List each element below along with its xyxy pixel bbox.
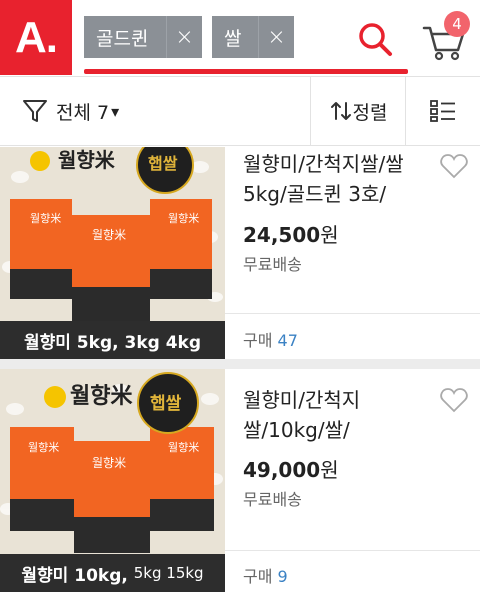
price-value: 49,000: [243, 458, 321, 482]
chip-label: 쌀: [224, 27, 242, 50]
badge-text: 햅쌀: [148, 154, 178, 173]
heart-icon[interactable]: [440, 153, 468, 179]
logo-text: A.: [15, 12, 58, 62]
chip-remove-icon[interactable]: ×: [166, 16, 202, 58]
search-chip-goldqueen[interactable]: 골드퀸 ×: [84, 16, 202, 58]
caret-down-icon: ▾: [111, 101, 120, 121]
brand-text: 월향米: [70, 383, 133, 409]
divider: [225, 550, 480, 551]
caption-main: 월향미 5kg, 3kg 4kg: [23, 332, 202, 353]
filter-label: 전체 7: [56, 101, 110, 124]
list-view-icon: [430, 100, 455, 122]
caption-small: 5kg 15kg: [133, 564, 204, 582]
product-title[interactable]: 월향미/간척지쌀/10kg/쌀/: [243, 385, 428, 445]
app-logo[interactable]: A.: [0, 0, 72, 75]
top-header: A. 골드퀸 × 쌀 × 4: [0, 0, 480, 75]
product-card[interactable]: 월향米 월향米 월향米 월향米 햅쌀 월향미 10kg, 5kg 15kg 월향…: [0, 369, 480, 592]
product-image[interactable]: 월향米 월향米 월향米 월향米 햅쌀 월향미 5kg, 3kg 4kg: [0, 147, 225, 359]
product-price: 49,000원: [243, 454, 339, 483]
search-icon[interactable]: [356, 20, 394, 58]
shipping-info: 무료배송: [243, 255, 302, 274]
price-currency: 원: [320, 458, 339, 482]
product-image[interactable]: 월향米 월향米 월향米 월향米 햅쌀 월향미 10kg, 5kg 15kg: [0, 369, 225, 592]
svg-text:월향米: 월향米: [28, 441, 59, 454]
filter-bar: 전체 7 ▾ 정렬: [0, 76, 480, 146]
sort-button[interactable]: 정렬: [311, 77, 405, 145]
product-caption: 월향미 10kg, 5kg 15kg: [0, 554, 225, 592]
filter-icon: [23, 100, 47, 122]
purchase-label: 구매: [243, 331, 273, 350]
search-field-underline: [84, 69, 408, 74]
price-currency: 원: [320, 223, 339, 247]
brand-text: 월향米: [58, 148, 116, 172]
purchase-number: 47: [277, 331, 298, 350]
cart-count-badge: 4: [444, 11, 470, 37]
purchase-label: 구매: [243, 567, 273, 586]
purchase-count: 구매 47: [243, 327, 298, 351]
product-card[interactable]: 월향米 월향米 월향米 월향米 햅쌀 월향미 5kg, 3kg 4kg 월향미/…: [0, 147, 480, 359]
product-price: 24,500원: [243, 219, 339, 248]
sort-label: 정렬: [352, 101, 388, 124]
svg-text:월향米: 월향米: [168, 212, 199, 225]
chip-label: 골드퀸: [96, 27, 149, 50]
divider: [225, 313, 480, 314]
filter-button[interactable]: 전체 7 ▾: [0, 77, 310, 145]
shipping-info: 무료배송: [243, 490, 302, 509]
caption-main: 월향미 10kg,: [21, 565, 128, 586]
sort-icon: [330, 102, 351, 120]
chip-remove-icon[interactable]: ×: [258, 16, 294, 58]
heart-icon[interactable]: [440, 387, 468, 413]
product-caption: 월향미 5kg, 3kg 4kg: [0, 321, 225, 359]
card-gap: [0, 359, 480, 369]
svg-text:월향米: 월향米: [168, 441, 199, 454]
badge-text: 햅쌀: [150, 393, 182, 414]
product-title[interactable]: 월향미/간척지쌀/쌀5kg/골드퀸 3호/: [243, 149, 433, 209]
svg-text:월향米: 월향米: [92, 456, 126, 470]
view-toggle-button[interactable]: [406, 77, 480, 145]
purchase-count: 구매 9: [243, 563, 288, 587]
search-chip-rice[interactable]: 쌀 ×: [212, 16, 294, 58]
price-value: 24,500: [243, 223, 321, 247]
purchase-number: 9: [277, 567, 288, 586]
svg-text:월향米: 월향米: [92, 228, 126, 242]
svg-text:월향米: 월향米: [30, 212, 61, 225]
